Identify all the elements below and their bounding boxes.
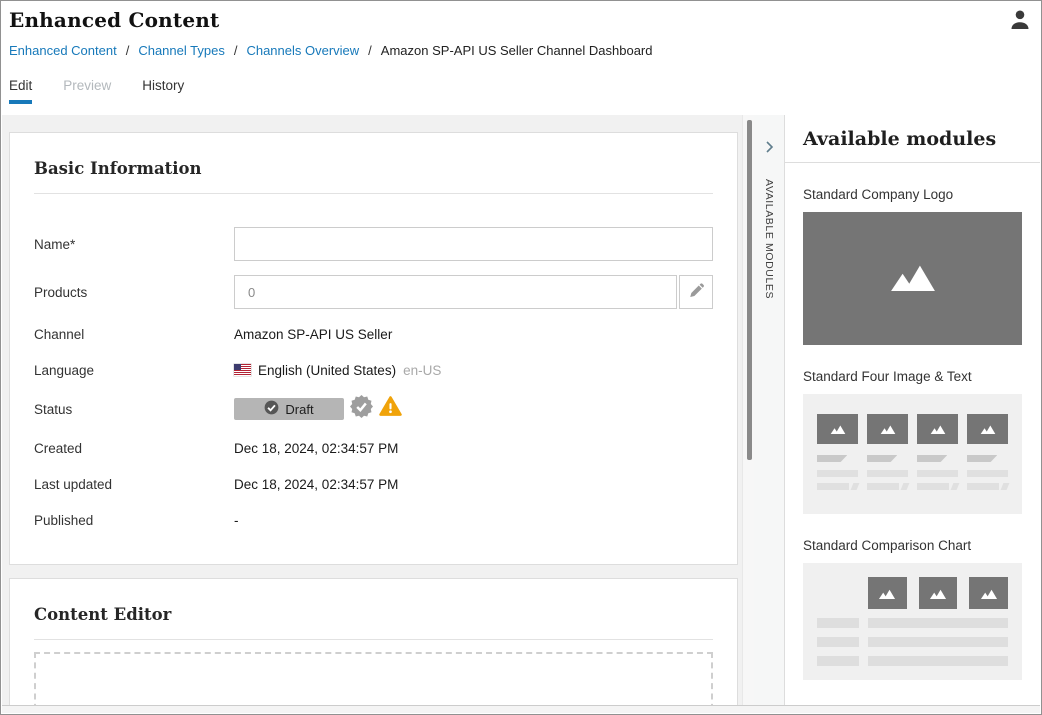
form-row-status: Status Draft bbox=[34, 395, 713, 423]
main-area: Basic Information Name* Products bbox=[2, 115, 1040, 713]
image-placeholder-icon bbox=[817, 414, 858, 444]
available-modules-sidebar: Available modules Standard Company Logo … bbox=[784, 115, 1040, 713]
channel-value: Amazon SP-API US Seller bbox=[234, 327, 713, 342]
breadcrumb-link-channel-types[interactable]: Channel Types bbox=[138, 43, 225, 58]
image-placeholder-icon bbox=[868, 577, 907, 609]
status-label: Status bbox=[34, 402, 234, 417]
language-locale: en-US bbox=[403, 363, 441, 378]
published-value: - bbox=[234, 513, 713, 528]
module-label: Standard Company Logo bbox=[803, 187, 1022, 202]
form-row-language: Language English (United States) en-US bbox=[34, 359, 713, 381]
module-label: Standard Four Image & Text bbox=[803, 369, 1022, 384]
status-badge: Draft bbox=[234, 398, 344, 420]
image-placeholder-icon bbox=[969, 577, 1008, 609]
module-preview-four-image-text[interactable] bbox=[803, 394, 1022, 514]
last-updated-value: Dec 18, 2024, 02:34:57 PM bbox=[234, 477, 713, 492]
image-placeholder-icon bbox=[967, 414, 1008, 444]
breadcrumb-separator: / bbox=[126, 43, 130, 58]
image-placeholder-icon bbox=[917, 414, 958, 444]
us-flag-icon bbox=[234, 364, 251, 376]
vertical-scrollbar[interactable] bbox=[742, 115, 754, 713]
image-placeholder-icon bbox=[867, 414, 908, 444]
module-preview-comparison-chart[interactable] bbox=[803, 563, 1022, 680]
image-text-column bbox=[967, 414, 1008, 514]
page-title: Enhanced Content bbox=[9, 8, 1033, 32]
comparison-row-values bbox=[868, 618, 1008, 628]
seal-check-icon[interactable] bbox=[350, 395, 373, 423]
name-input[interactable] bbox=[234, 227, 713, 261]
edit-products-button[interactable] bbox=[679, 275, 713, 309]
vertical-scrollbar-thumb[interactable] bbox=[747, 120, 752, 460]
published-label: Published bbox=[34, 513, 234, 528]
horizontal-scrollbar[interactable] bbox=[2, 705, 1040, 713]
check-circle-icon bbox=[264, 400, 279, 418]
created-label: Created bbox=[34, 441, 234, 456]
tab-history[interactable]: History bbox=[142, 78, 184, 103]
name-label: Name* bbox=[34, 237, 234, 252]
tab-edit[interactable]: Edit bbox=[9, 78, 32, 103]
image-text-column bbox=[817, 414, 858, 514]
form-row-channel: Channel Amazon SP-API US Seller bbox=[34, 323, 713, 345]
breadcrumb-separator: / bbox=[368, 43, 372, 58]
user-menu-button[interactable] bbox=[1008, 8, 1032, 32]
comparison-row-values bbox=[868, 637, 1008, 647]
comparison-row-values bbox=[868, 656, 1008, 666]
tab-preview[interactable]: Preview bbox=[63, 78, 111, 103]
channel-label: Channel bbox=[34, 327, 234, 342]
content-editor-dropzone[interactable] bbox=[34, 652, 713, 713]
image-text-column bbox=[867, 414, 908, 514]
image-placeholder-icon bbox=[884, 261, 942, 296]
content-editor-heading: Content Editor bbox=[34, 605, 713, 640]
collapse-panel-button[interactable] bbox=[759, 138, 779, 158]
available-modules-heading: Available modules bbox=[785, 115, 1040, 163]
created-value: Dec 18, 2024, 02:34:57 PM bbox=[234, 441, 713, 456]
image-text-column bbox=[917, 414, 958, 514]
module-label: Standard Comparison Chart bbox=[803, 538, 1022, 553]
language-label: Language bbox=[34, 363, 234, 378]
warning-triangle-icon[interactable] bbox=[379, 395, 402, 423]
user-icon bbox=[1008, 20, 1032, 35]
enhanced-content-app: { "header": { "title": "Enhanced Content… bbox=[0, 0, 1042, 715]
language-value: English (United States) bbox=[258, 363, 396, 378]
basic-information-heading: Basic Information bbox=[34, 159, 713, 194]
collapsed-panel-label: AVAILABLE MODULES bbox=[763, 179, 775, 299]
last-updated-label: Last updated bbox=[34, 477, 234, 492]
form-row-last-updated: Last updated Dec 18, 2024, 02:34:57 PM bbox=[34, 473, 713, 495]
breadcrumb-current: Amazon SP-API US Seller Channel Dashboar… bbox=[381, 43, 653, 58]
status-badge-text: Draft bbox=[285, 402, 313, 417]
products-label: Products bbox=[34, 285, 234, 300]
comparison-header-row bbox=[868, 577, 1008, 609]
basic-information-form: Name* Products bbox=[34, 227, 713, 531]
form-row-created: Created Dec 18, 2024, 02:34:57 PM bbox=[34, 437, 713, 459]
module-standard-comparison-chart: Standard Comparison Chart bbox=[785, 538, 1040, 680]
comparison-row-label bbox=[817, 618, 859, 628]
module-standard-four-image-text: Standard Four Image & Text bbox=[785, 369, 1040, 514]
form-row-name: Name* bbox=[34, 227, 713, 261]
image-placeholder-icon bbox=[919, 577, 958, 609]
modules-collapse-strip: AVAILABLE MODULES bbox=[754, 115, 784, 713]
tab-bar: Edit Preview History bbox=[9, 78, 1033, 103]
comparison-row-label bbox=[817, 656, 859, 666]
module-preview-company-logo[interactable] bbox=[803, 212, 1022, 345]
comparison-row-label bbox=[817, 637, 859, 647]
breadcrumb-link-enhanced-content[interactable]: Enhanced Content bbox=[9, 43, 117, 58]
page-header: Enhanced Content Enhanced Content / Chan… bbox=[1, 1, 1041, 115]
pencil-icon bbox=[688, 282, 705, 302]
form-row-published: Published - bbox=[34, 509, 713, 531]
content-editor-panel: Content Editor bbox=[9, 578, 738, 713]
chevron-right-icon bbox=[761, 139, 777, 158]
form-row-products: Products bbox=[34, 275, 713, 309]
breadcrumb: Enhanced Content / Channel Types / Chann… bbox=[9, 43, 1033, 58]
breadcrumb-separator: / bbox=[234, 43, 238, 58]
basic-information-panel: Basic Information Name* Products bbox=[9, 132, 738, 565]
breadcrumb-link-channels-overview[interactable]: Channels Overview bbox=[246, 43, 359, 58]
content-column: Basic Information Name* Products bbox=[2, 115, 742, 713]
module-standard-company-logo: Standard Company Logo bbox=[785, 187, 1040, 345]
products-input[interactable] bbox=[234, 275, 677, 309]
